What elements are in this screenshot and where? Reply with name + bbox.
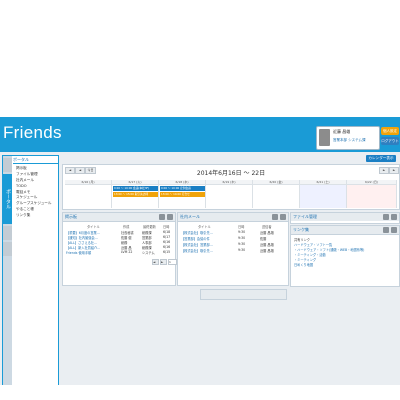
- files-panel-header: ファイル管理: [291, 213, 399, 221]
- calendar-day[interactable]: 6/21 (土): [300, 180, 347, 208]
- board-row-title[interactable]: Friends 使用手順: [66, 250, 91, 255]
- mail-title[interactable]: 社内メール: [180, 214, 200, 220]
- calendar-event[interactable]: 13:00 〜 14:00 打合せ: [160, 192, 205, 197]
- calendar-day[interactable]: 6/20 (金): [253, 180, 300, 208]
- calendar-day[interactable]: 6/19 (木): [206, 180, 253, 208]
- mail-row-time: 9:30: [238, 242, 246, 246]
- week-calendar: ◄ ◄ 今日 2014年6月16日 ～ 22日 ► ► 6/16 (月) 6/1…: [62, 164, 400, 210]
- mail-row-title[interactable]: 【株式会社】取引先...: [181, 230, 213, 235]
- day-header: 6/16 (月): [65, 180, 111, 185]
- column-header: 日時: [163, 225, 170, 229]
- mail-row-sender: 佐藤: [260, 237, 267, 241]
- board-panel: 掲示板 タイトル 作成 最終更新 日時 【重要】6月度の営業... 社長秘書 総…: [62, 212, 176, 286]
- calendar-range: 2014年6月16日 ～ 22日: [196, 170, 266, 177]
- column-header: タイトル: [87, 225, 100, 229]
- user-box[interactable]: 近藤 昌雄 営業本部 システム課: [316, 126, 380, 150]
- close-icon[interactable]: [391, 214, 397, 220]
- pager-prev-button[interactable]: ◄: [152, 259, 159, 265]
- minimize-icon[interactable]: [159, 214, 165, 220]
- board-row-date: 6/15: [163, 250, 171, 254]
- calendar-day[interactable]: 6/16 (月): [65, 180, 112, 208]
- close-icon[interactable]: [280, 214, 286, 220]
- board-row-updater: システム: [142, 251, 155, 255]
- board-row-author: LVM 22: [121, 250, 133, 254]
- sidebar-menu-title: ポータル: [13, 157, 58, 164]
- mail-row-sender: 近藤 昌雄: [260, 243, 274, 247]
- mail-row-title[interactable]: 【株式会社】営業部...: [181, 242, 213, 247]
- day-header: 6/20 (金): [253, 180, 299, 185]
- day-header: 6/22 (日): [347, 180, 396, 185]
- panel-drop-zone: [200, 289, 287, 300]
- app-window: Friends 近藤 昌雄 営業本部 システム課 個人設定 ログアウト ポータル…: [0, 117, 400, 385]
- links-title[interactable]: リンク集: [293, 227, 309, 233]
- pager-select[interactable]: 1: [168, 259, 177, 265]
- avatar: [319, 129, 330, 146]
- column-header: 日時: [238, 225, 245, 229]
- column-header: 作成: [123, 225, 130, 229]
- mail-row-sender: 近藤 昌雄: [260, 231, 274, 235]
- mail-row-title[interactable]: 【営業部】会議の件: [181, 236, 210, 241]
- sidebar: ポータル ポータル 掲示板 ファイル管理 社内メール TODO 電話メモ スケジ…: [2, 155, 59, 385]
- mail-row-title[interactable]: 【株式会社】取引先...: [181, 248, 213, 253]
- sidebar-tab-2[interactable]: [3, 226, 12, 240]
- links-panel: リンク集 共有リンク ハードウェア・ソフト一覧 ・ハードウェア・ソフト(通販・W…: [290, 225, 400, 287]
- link-item[interactable]: 日めくり地図: [294, 262, 313, 267]
- calendar-event[interactable]: 9:00 〜 10:00 定例会議: [160, 186, 205, 191]
- mail-row-time: 9:30: [238, 236, 246, 240]
- user-name: 近藤 昌雄: [333, 129, 351, 134]
- files-title[interactable]: ファイル管理: [293, 214, 317, 220]
- column-header: 送信者: [262, 225, 272, 229]
- pager-next-button[interactable]: ►: [160, 259, 167, 265]
- links-panel-header: リンク集: [291, 226, 399, 235]
- board-row-date: 6/16: [163, 245, 171, 249]
- calendar-view-button[interactable]: カレンダー表示: [366, 155, 396, 162]
- board-title[interactable]: 掲示板: [65, 214, 77, 220]
- app-title: Friends: [3, 123, 62, 142]
- minimize-icon[interactable]: [272, 214, 278, 220]
- calendar-days: 6/16 (月) 6/17 (火) 6/18 (水) 6/19 (木) 6/20…: [65, 180, 397, 208]
- mail-panel-header: 社内メール: [178, 213, 288, 222]
- day-header: 6/17 (火): [112, 180, 158, 185]
- mail-row-time: 9:30: [238, 248, 246, 252]
- close-icon[interactable]: [167, 214, 173, 220]
- main-content: カレンダー表示 ◄ ◄ 今日 2014年6月16日 ～ 22日 ► ► 6/16…: [62, 155, 400, 385]
- board-panel-header: 掲示板: [63, 213, 175, 222]
- close-icon[interactable]: [391, 227, 397, 233]
- next-day-button[interactable]: ►: [379, 167, 389, 174]
- column-header: 最終更新: [143, 225, 156, 229]
- next-week-button[interactable]: ►: [389, 167, 399, 174]
- day-header: 6/21 (土): [300, 180, 346, 185]
- minimize-icon[interactable]: [383, 214, 389, 220]
- board-row-date: 6/16: [163, 240, 171, 244]
- app-header: Friends 近藤 昌雄 営業本部 システム課 個人設定 ログアウト: [0, 117, 400, 152]
- mail-row-time: 9:30: [238, 230, 246, 234]
- calendar-event[interactable]: 13:00 〜 15:00 取引先訪問: [113, 192, 158, 197]
- board-row-date: 6/18: [163, 230, 171, 234]
- column-header: タイトル: [198, 225, 211, 229]
- files-panel: ファイル管理: [290, 212, 400, 224]
- logout-button[interactable]: ログアウト: [381, 137, 399, 145]
- sidebar-tab-3[interactable]: [3, 242, 12, 256]
- sidebar-tab-portal[interactable]: ポータル: [3, 174, 12, 224]
- calendar-day[interactable]: 6/22 (日): [347, 180, 397, 208]
- calendar-event[interactable]: 9:00 〜 10:00 会議(本社3F): [113, 186, 158, 191]
- sidebar-menu: 掲示板 ファイル管理 社内メール TODO 電話メモ スケジュール グループスケ…: [16, 166, 51, 219]
- user-department: 営業本部 システム課: [333, 138, 366, 142]
- mail-row-sender: 近藤 昌雄: [260, 249, 274, 253]
- day-header: 6/18 (水): [159, 180, 205, 185]
- day-header: 6/19 (木): [206, 180, 252, 185]
- sidebar-tab-1[interactable]: [3, 158, 12, 172]
- personal-settings-button[interactable]: 個人設定: [381, 127, 399, 135]
- board-row-date: 6/17: [163, 235, 171, 239]
- minimize-icon[interactable]: [383, 227, 389, 233]
- sidebar-item-links[interactable]: リンク集: [16, 213, 51, 219]
- mail-panel: 社内メール タイトル 日時 送信者 【株式会社】取引先... 9:30 近藤 昌…: [177, 212, 289, 286]
- sidebar-tabs: ポータル: [3, 156, 12, 385]
